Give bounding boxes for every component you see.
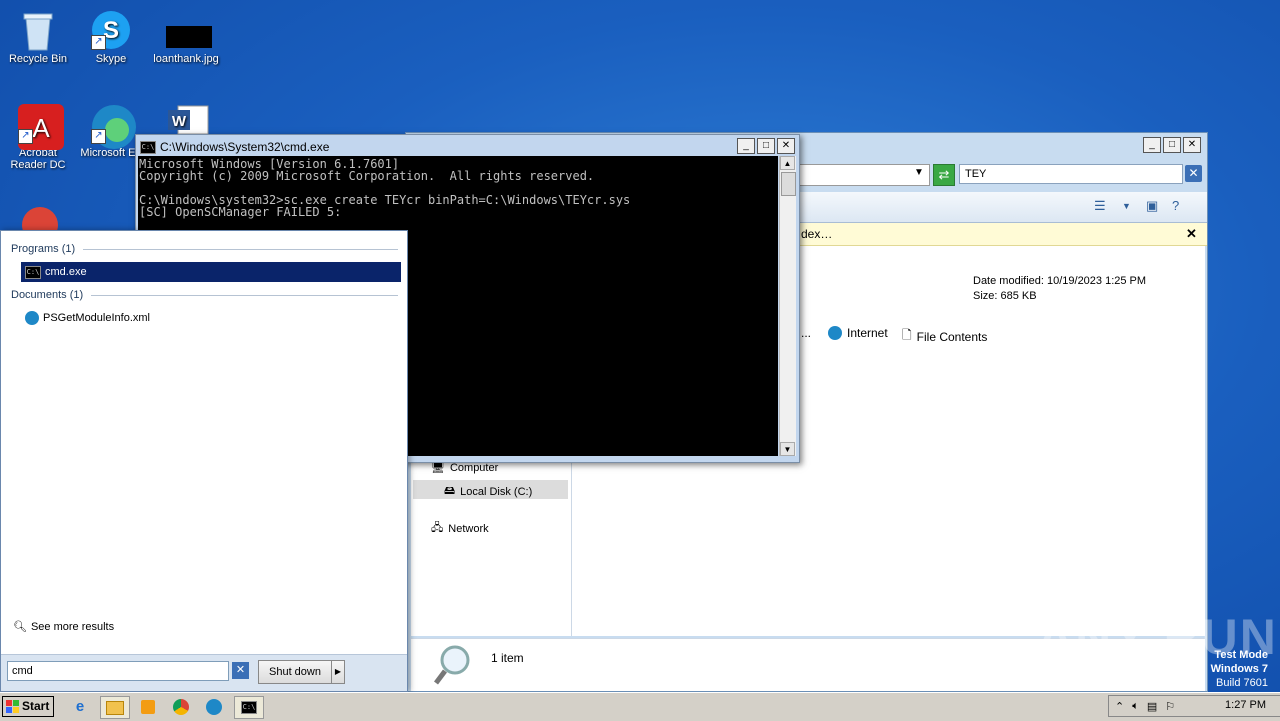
search-again-file-contents[interactable]: 🗋 File Contents [902, 326, 987, 347]
programs-header: Programs (1) [11, 243, 398, 255]
taskbar-ie-icon[interactable]: e [66, 696, 94, 717]
shutdown-button[interactable]: Shut down [258, 660, 332, 684]
clear-search-icon[interactable]: ✕ [232, 662, 249, 679]
see-more-results-link[interactable]: 🔍︎ See more results [13, 620, 114, 634]
scroll-down-icon[interactable]: ▼ [780, 442, 795, 456]
start-menu: Programs (1) C:\ cmd.exe Documents (1) P… [0, 230, 408, 692]
search-result-psgetmoduleinfo[interactable]: PSGetModuleInfo.xml [21, 308, 401, 328]
edge-icon [828, 326, 842, 340]
shutdown-options-icon[interactable]: ▶ [331, 660, 345, 684]
file-metadata: Date modified: 10/19/2023 1:25 PM Size: … [973, 274, 1146, 304]
cmd-titlebar[interactable]: C:\ C:\Windows\System32\cmd.exe [140, 138, 739, 156]
recycle-bin-icon [18, 10, 58, 51]
taskbar-cmd-icon[interactable]: C:\ [234, 696, 264, 719]
svg-text:W: W [172, 113, 187, 130]
magnifier-icon [433, 643, 475, 690]
image-file-icon [166, 10, 212, 50]
close-button[interactable]: ✕ [1183, 137, 1201, 153]
view-options-icon[interactable]: ☰ [1094, 198, 1106, 214]
desktop-icon-acrobat[interactable]: A ↗ Acrobat Reader DC [0, 100, 76, 171]
address-bar[interactable] [798, 164, 930, 186]
start-button[interactable]: Start [2, 696, 54, 717]
shortcut-arrow-icon: ↗ [91, 129, 106, 144]
search-icon: 🔍︎ [13, 621, 27, 633]
clock[interactable]: 1:27 PM [1225, 699, 1266, 711]
desktop-icon-label: loanthank.jpg [153, 53, 219, 65]
test-mode-watermark: Test Mode Windows 7 Build 7601 [1210, 649, 1268, 689]
action-center-flag-icon[interactable]: ⚐ [1165, 700, 1175, 713]
scroll-up-icon[interactable]: ▲ [780, 156, 795, 170]
show-hidden-icons-icon[interactable]: ⌃ [1115, 700, 1124, 713]
address-dropdown-icon[interactable]: ▼ [914, 167, 924, 178]
taskbar-explorer-icon[interactable] [100, 696, 130, 719]
close-button[interactable]: ✕ [777, 138, 795, 154]
desktop-icon-label: Recycle Bin [8, 53, 68, 65]
explorer-window-controls: _ □ ✕ [1143, 137, 1201, 153]
cmd-scrollbar[interactable]: ▲ ▼ [779, 156, 796, 456]
console-line: [SC] OpenSCManager FAILED 5: [139, 205, 342, 219]
network-tray-icon[interactable]: ▤ [1147, 700, 1157, 713]
shortcut-arrow-icon: ↗ [18, 129, 33, 144]
taskbar-edge-icon[interactable] [200, 696, 228, 717]
start-search-input[interactable]: cmd [7, 661, 229, 681]
network-icon: 🖧 [431, 522, 444, 534]
info-bar-close-icon[interactable]: ✕ [1186, 226, 1197, 242]
file-size: Size: 685 KB [973, 290, 1037, 302]
taskbar: Start e C:\ ⌃ 🔈︎ ▤ ⚐ 1:27 PM [0, 692, 1280, 721]
cmd-icon: C:\ [140, 140, 156, 154]
disk-icon: 🖴 [444, 485, 456, 497]
cmd-icon: C:\ [25, 265, 41, 279]
cmd-title: C:\Windows\System32\cmd.exe [160, 140, 330, 154]
search-again-internet[interactable]: Internet [828, 326, 888, 340]
desktop-icon-loanthank[interactable]: loanthank.jpg [148, 6, 224, 65]
start-menu-bottom: cmd ✕ Shut down ▶ [1, 654, 407, 691]
windows-logo-icon [6, 700, 19, 713]
console-line: Copyright (c) 2009 Microsoft Corporation… [139, 169, 595, 183]
edge-icon: ↗ [91, 104, 136, 149]
svg-text:A: A [32, 113, 50, 143]
nav-item-local-disk[interactable]: 🖴 Local Disk (C:) [444, 482, 532, 501]
chrome-desktop-icon-partial[interactable] [20, 205, 60, 230]
skype-icon: S ↗ [91, 10, 131, 50]
nav-item-network[interactable]: 🖧 Network [431, 519, 489, 538]
desktop-icon-skype[interactable]: S ↗ Skype [73, 6, 149, 65]
info-bar-text: dex… [801, 227, 833, 241]
file-search-icon: 🗋 [902, 328, 912, 342]
scroll-thumb[interactable] [781, 172, 796, 196]
taskbar-media-player-icon[interactable] [134, 696, 162, 717]
item-count: 1 item [491, 651, 524, 665]
preview-pane-icon[interactable]: ▣ [1146, 198, 1158, 214]
clear-search-icon[interactable]: ✕ [1185, 165, 1202, 182]
explorer-search-input[interactable]: TEY [959, 164, 1183, 184]
acrobat-icon: A ↗ [18, 104, 64, 150]
view-dropdown-icon[interactable]: ▼ [1122, 201, 1131, 211]
date-modified: Date modified: 10/19/2023 1:25 PM [973, 275, 1147, 287]
search-again-ellipsis[interactable]: ... [801, 326, 811, 340]
desktop-icon-recycle-bin[interactable]: Recycle Bin [0, 6, 76, 65]
minimize-button[interactable]: _ [737, 138, 755, 154]
cmd-window-controls: _ □ ✕ [737, 138, 795, 154]
edge-icon [25, 311, 39, 325]
desktop-icon-label: Skype [95, 53, 127, 65]
minimize-button[interactable]: _ [1143, 137, 1161, 153]
taskbar-chrome-icon[interactable] [167, 696, 195, 717]
volume-icon[interactable]: 🔈︎ [1132, 700, 1139, 713]
desktop-icon-label: Acrobat Reader DC [10, 147, 66, 171]
shortcut-arrow-icon: ↗ [91, 35, 106, 50]
refresh-icon[interactable]: ⇄ [933, 164, 955, 186]
search-result-cmd[interactable]: C:\ cmd.exe [21, 262, 401, 282]
help-icon[interactable]: ? [1172, 198, 1179, 213]
documents-header: Documents (1) [11, 289, 398, 301]
maximize-button[interactable]: □ [757, 138, 775, 154]
maximize-button[interactable]: □ [1163, 137, 1181, 153]
